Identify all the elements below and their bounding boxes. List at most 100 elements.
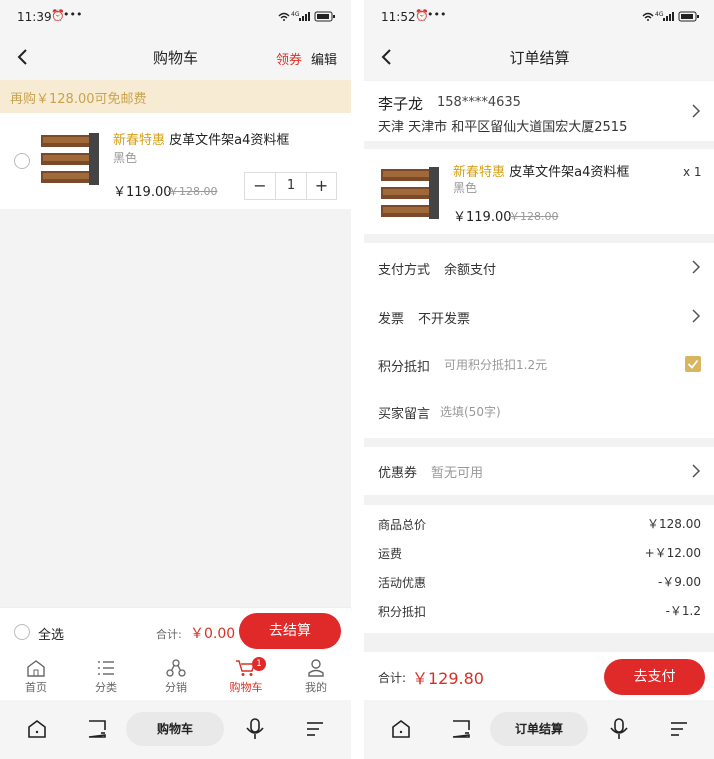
notice-text: 再购￥128.00可免邮费 <box>10 92 147 107</box>
cart-item: 新春特惠 皮革文件架a4资料框 黑色 ￥119.00 ￥128.00 − 1 + <box>0 113 351 209</box>
share-network-icon <box>166 659 186 677</box>
menu-lines-icon[interactable] <box>304 720 326 738</box>
tab-cart[interactable]: 购物车 <box>216 659 276 695</box>
order-options: 支付方式 余额支付 发票 不开发票 积分抵扣 可用积分抵扣1.2元 买家留言 选… <box>364 243 714 438</box>
payment-label: 支付方式 <box>378 263 431 278</box>
checkout-button[interactable]: 去结算 <box>239 613 341 649</box>
select-all-label[interactable]: 全选 <box>38 624 64 643</box>
recent-apps-icon[interactable] <box>86 718 108 740</box>
promo-tag: 新春特惠 <box>113 133 166 148</box>
quantity-stepper: − 1 + <box>244 172 337 200</box>
order-item: 新春特惠 皮革文件架a4资料框 黑色 ￥119.00 ￥128.00 x 1 <box>364 149 714 234</box>
user-icon <box>308 659 324 677</box>
home-icon <box>27 660 45 677</box>
minus-button[interactable]: − <box>245 173 276 199</box>
message-label: 买家留言 <box>378 407 431 422</box>
sysnav-title-pill[interactable]: 购物车 <box>126 712 224 746</box>
coupon-value: 暂无可用 <box>431 466 484 481</box>
home-shortcut-icon[interactable] <box>390 718 412 740</box>
chevron-right-icon <box>692 104 701 118</box>
plus-button[interactable]: + <box>306 173 336 199</box>
shipping-value: +￥12.00 <box>644 546 701 560</box>
pay-button[interactable]: 去支付 <box>604 659 705 695</box>
total-label: 合计: <box>156 628 182 641</box>
tab-category[interactable]: 分类 <box>76 659 136 695</box>
home-shortcut-icon[interactable] <box>26 718 48 740</box>
total-label: 合计: <box>378 671 407 685</box>
select-all-radio[interactable] <box>14 624 30 640</box>
promo-tag: 新春特惠 <box>453 165 506 180</box>
system-nav-bar: 订单结算 <box>364 700 714 759</box>
coupon-row[interactable]: 优惠券 暂无可用 <box>364 447 714 495</box>
status-time: 11:52 <box>381 10 416 24</box>
coupon-link[interactable]: 领券 <box>276 49 302 68</box>
tab-mine[interactable]: 我的 <box>286 659 346 695</box>
goods-total-label: 商品总价 <box>378 518 427 532</box>
original-price: ￥128.00 <box>509 210 559 223</box>
product-name: 皮革文件架a4资料框 <box>509 165 630 180</box>
payment-value: 余额支付 <box>444 263 497 278</box>
tab-label: 购物车 <box>229 681 263 694</box>
svg-text:4G: 4G <box>291 11 300 18</box>
product-name: 皮革文件架a4资料框 <box>169 133 290 148</box>
points-checkbox[interactable] <box>685 356 701 372</box>
price: ￥119.00 <box>113 185 172 200</box>
variant-text: 黑色 <box>453 181 478 195</box>
shipping-label: 运费 <box>378 547 403 561</box>
original-price: ￥128.00 <box>168 185 218 198</box>
sysnav-title-pill[interactable]: 订单结算 <box>490 712 588 746</box>
signal-battery-icon: 4G <box>642 11 699 22</box>
order-footer: 合计: ￥129.80 去支付 <box>364 652 714 700</box>
edit-link[interactable]: 编辑 <box>311 49 337 68</box>
status-icons: 4G <box>641 10 701 25</box>
address-detail: 天津 天津市 和平区留仙大道国宏大厦2515 <box>378 120 628 135</box>
cart-screen: 11:39 ⏰ ••• 4G 购物车 领券 编辑 再购￥128.00可免邮费 新… <box>0 0 351 759</box>
svg-text:4G: 4G <box>655 11 664 18</box>
menu-lines-icon[interactable] <box>668 720 690 738</box>
tab-label: 我的 <box>305 681 327 694</box>
page-title: 订单结算 <box>509 49 570 67</box>
microphone-icon[interactable] <box>608 717 630 741</box>
address-card[interactable]: 李子龙 158****4635 天津 天津市 和平区留仙大道国宏大厦2515 <box>364 81 714 141</box>
product-title: 新春特惠 皮革文件架a4资料框 <box>113 129 289 148</box>
order-screen: 11:52 ⏰ ••• 4G 订单结算 李子龙 158****4635 天津 天… <box>364 0 714 759</box>
status-bar: 11:52 ⏰ ••• 4G <box>364 0 714 34</box>
total-value: ￥0.00 <box>190 626 236 642</box>
cart-badge: 1 <box>252 657 266 671</box>
nav-bar: 购物车 领券 编辑 <box>0 34 351 80</box>
tab-distribution[interactable]: 分销 <box>146 659 206 695</box>
nav-bar: 订单结算 <box>364 34 714 80</box>
tab-label: 首页 <box>25 681 47 694</box>
points-deduct-value: -￥1.2 <box>665 604 701 618</box>
free-shipping-notice: 再购￥128.00可免邮费 <box>0 80 351 113</box>
discount-value: -￥9.00 <box>657 575 701 589</box>
more-dots-icon: ••• <box>63 8 83 21</box>
message-input[interactable]: 选填(50字) <box>440 403 501 420</box>
goods-total-value: ￥128.00 <box>647 517 701 531</box>
product-image[interactable] <box>379 165 441 221</box>
product-image[interactable] <box>39 131 101 187</box>
list-icon <box>98 661 114 675</box>
item-select-radio[interactable] <box>14 153 30 169</box>
recipient-phone: 158****4635 <box>437 95 521 110</box>
tab-home[interactable]: 首页 <box>6 659 66 695</box>
total-value: ￥129.80 <box>412 669 484 688</box>
recent-apps-icon[interactable] <box>450 718 472 740</box>
discount-label: 活动优惠 <box>378 576 427 590</box>
points-deduct-label: 积分抵扣 <box>378 605 427 619</box>
microphone-icon[interactable] <box>244 717 266 741</box>
invoice-label: 发票 <box>378 312 405 327</box>
more-dots-icon: ••• <box>427 8 447 21</box>
payment-method-row[interactable]: 支付方式 余额支付 <box>364 243 714 291</box>
coupon-label: 优惠券 <box>378 466 418 481</box>
product-title: 新春特惠 皮革文件架a4资料框 <box>453 161 629 180</box>
signal-battery-icon: 4G <box>278 11 335 22</box>
system-nav-bar: 购物车 <box>0 700 351 759</box>
status-icons: 4G <box>277 10 337 25</box>
chevron-right-icon <box>692 309 701 323</box>
quantity-input[interactable]: 1 <box>276 173 306 199</box>
status-time: 11:39 <box>17 10 52 24</box>
invoice-row[interactable]: 发票 不开发票 <box>364 291 714 339</box>
invoice-value: 不开发票 <box>418 312 471 327</box>
tab-label: 分类 <box>95 681 117 694</box>
